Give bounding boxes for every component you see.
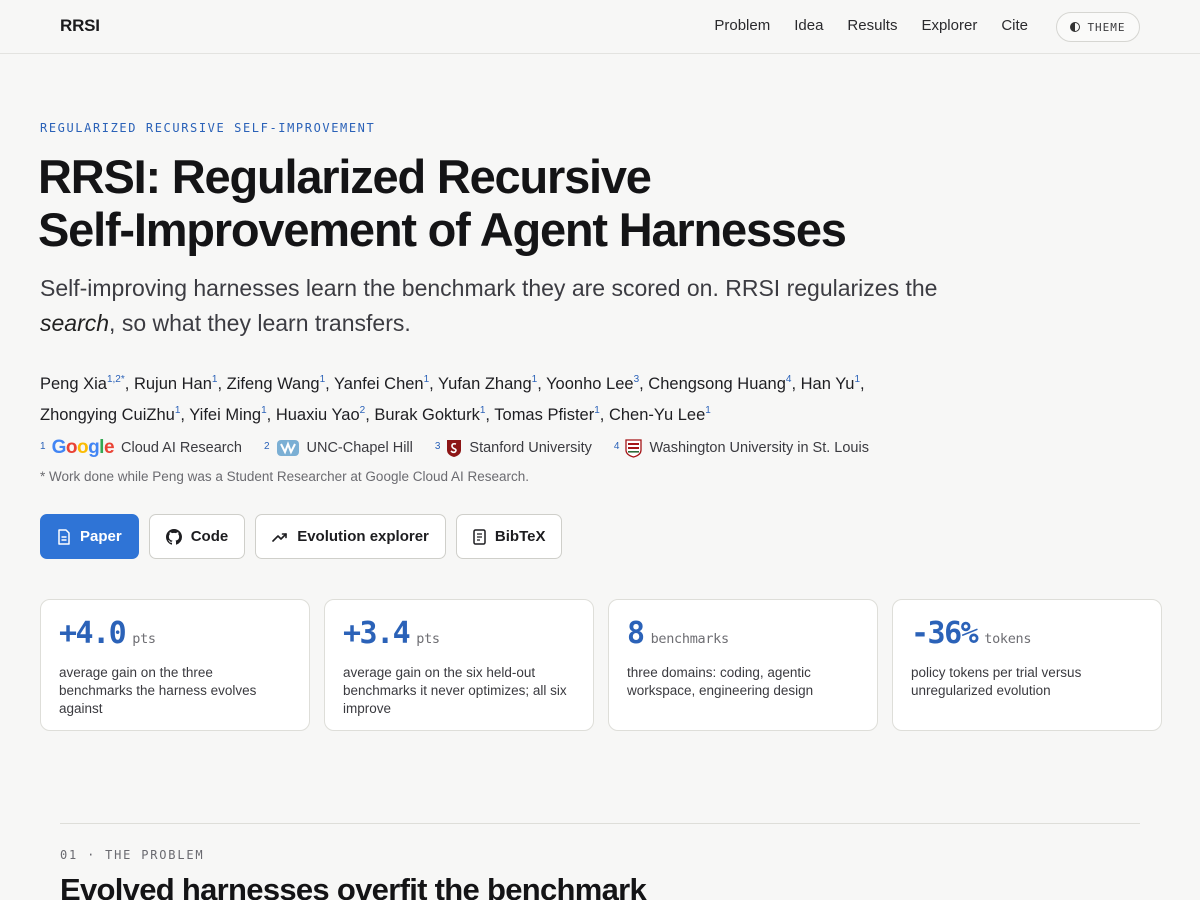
top-nav: RRSI Problem Idea Results Explorer Cite … xyxy=(0,0,1200,54)
subtitle-emphasis: search xyxy=(40,310,110,336)
page-title: RRSI: Regularized Recursive Self-Improve… xyxy=(38,150,938,256)
affiliation-number: 2 xyxy=(263,440,270,452)
author: Rujun Han1 xyxy=(133,374,218,394)
affiliation-name: Stanford University xyxy=(469,440,592,456)
stat-card: -36% tokens policy tokens per trial versu… xyxy=(892,599,1162,731)
affiliation-name: UNC-Chapel Hill xyxy=(306,440,413,456)
subtitle: Self-improving harnesses learn the bench… xyxy=(40,271,960,341)
brand-logo[interactable]: RRSI xyxy=(60,16,100,36)
nav-link-cite[interactable]: Cite xyxy=(1001,17,1028,34)
code-button[interactable]: Code xyxy=(148,514,246,559)
author: Yanfei Chen1 xyxy=(334,374,430,394)
evolution-explorer-button[interactable]: Evolution explorer xyxy=(255,514,446,559)
nav-link-explorer[interactable]: Explorer xyxy=(921,17,977,34)
title-line-1: RRSI: Regularized Recursive xyxy=(38,150,652,203)
affiliation-washu: 4 Washington University in St. Louis xyxy=(613,438,869,458)
action-buttons: Paper Code Evolution explorer BibTeX xyxy=(40,514,563,559)
stat-unit: tokens xyxy=(984,631,1032,647)
section-divider xyxy=(60,823,1140,824)
nav-link-problem[interactable]: Problem xyxy=(714,17,770,34)
author: Peng Xia1,2* xyxy=(40,374,125,394)
author: Zhongying CuiZhu1 xyxy=(40,405,181,425)
stat-description: policy tokens per trial versus unregular… xyxy=(911,665,1082,698)
clipboard-icon xyxy=(473,528,486,545)
section-label: 01 · THE PROBLEM xyxy=(60,848,205,862)
affiliation-google: 1 Google Cloud AI Research xyxy=(40,437,242,459)
author: Huaxiu Yao2 xyxy=(275,405,366,425)
trending-up-icon xyxy=(272,532,288,542)
unc-logo xyxy=(276,439,300,457)
author: Zifeng Wang1 xyxy=(226,374,326,394)
footnote: * Work done while Peng was a Student Res… xyxy=(40,469,530,484)
author: Han Yu1 xyxy=(800,374,861,394)
affiliation-number: 1 xyxy=(40,440,46,452)
nav-links: Problem Idea Results Explorer Cite xyxy=(714,17,1028,34)
bibtex-button-label: BibTeX xyxy=(494,528,546,545)
author: Burak Gokturk1 xyxy=(374,405,486,425)
stat-value: +3.4 xyxy=(343,616,411,651)
stat-description: average gain on the six held-out benchma… xyxy=(343,665,567,716)
stanford-logo xyxy=(446,439,462,458)
half-moon-icon xyxy=(1070,22,1081,32)
affiliation-name: Washington University in St. Louis xyxy=(649,440,869,456)
title-line-2: Self-Improvement of Agent Harnesses xyxy=(38,203,847,256)
stat-description: three domains: coding, agentic workspace… xyxy=(627,665,814,698)
theme-toggle-button[interactable]: THEME xyxy=(1056,12,1140,42)
evolution-explorer-label: Evolution explorer xyxy=(297,528,429,545)
stat-unit: pts xyxy=(416,631,440,647)
affiliation-stanford: 3 Stanford University xyxy=(435,439,592,458)
google-logo: Google xyxy=(51,437,115,458)
author-list: Peng Xia1,2*, Rujun Han1, Zifeng Wang1, … xyxy=(40,374,865,425)
document-icon xyxy=(58,528,70,545)
stat-value: -36% xyxy=(911,616,979,651)
nav-link-idea[interactable]: Idea xyxy=(794,17,823,34)
author: Chengsong Huang4 xyxy=(648,374,792,394)
bibtex-button[interactable]: BibTeX xyxy=(455,514,563,559)
paper-button[interactable]: Paper xyxy=(40,514,139,559)
subtitle-post: , so what they learn transfers. xyxy=(109,310,411,336)
affiliation-number: 4 xyxy=(613,440,620,452)
washu-logo xyxy=(625,438,643,458)
stat-card: 8 benchmarks three domains: coding, agent… xyxy=(608,599,878,731)
paper-button-label: Paper xyxy=(80,528,122,545)
affiliation-name: Cloud AI Research xyxy=(121,440,242,456)
author: Yufan Zhang1 xyxy=(438,374,538,394)
affiliation-number: 3 xyxy=(434,440,441,452)
stat-description: average gain on the three benchmarks the… xyxy=(59,665,257,716)
github-icon xyxy=(165,528,182,545)
author: Yifei Ming1 xyxy=(189,405,267,425)
eyebrow: REGULARIZED RECURSIVE SELF-IMPROVEMENT xyxy=(40,121,376,135)
theme-label: THEME xyxy=(1087,20,1126,34)
section-title: Evolved harnesses overfit the benchmark xyxy=(60,872,647,900)
stat-value: +4.0 xyxy=(59,616,127,651)
subtitle-pre: Self-improving harnesses learn the bench… xyxy=(40,275,938,301)
nav-link-results[interactable]: Results xyxy=(847,17,897,34)
stat-card: +3.4 pts average gain on the six held-out… xyxy=(324,599,594,731)
author: Yoonho Lee3 xyxy=(546,374,640,394)
stat-unit: benchmarks xyxy=(650,631,730,647)
stat-unit: pts xyxy=(132,631,156,647)
author: Tomas Pfister1 xyxy=(494,405,600,425)
affiliation-unc: 2 UNC-Chapel Hill xyxy=(264,439,413,457)
stats-cards: +4.0 pts average gain on the three benchm… xyxy=(40,599,1162,731)
author: Chen-Yu Lee1 xyxy=(608,405,711,425)
stat-card: +4.0 pts average gain on the three benchm… xyxy=(40,599,310,731)
stat-value: 8 xyxy=(627,616,645,651)
code-button-label: Code xyxy=(190,528,229,545)
affiliation-list: 1 Google Cloud AI Research 2 UNC-Chapel … xyxy=(40,437,891,459)
